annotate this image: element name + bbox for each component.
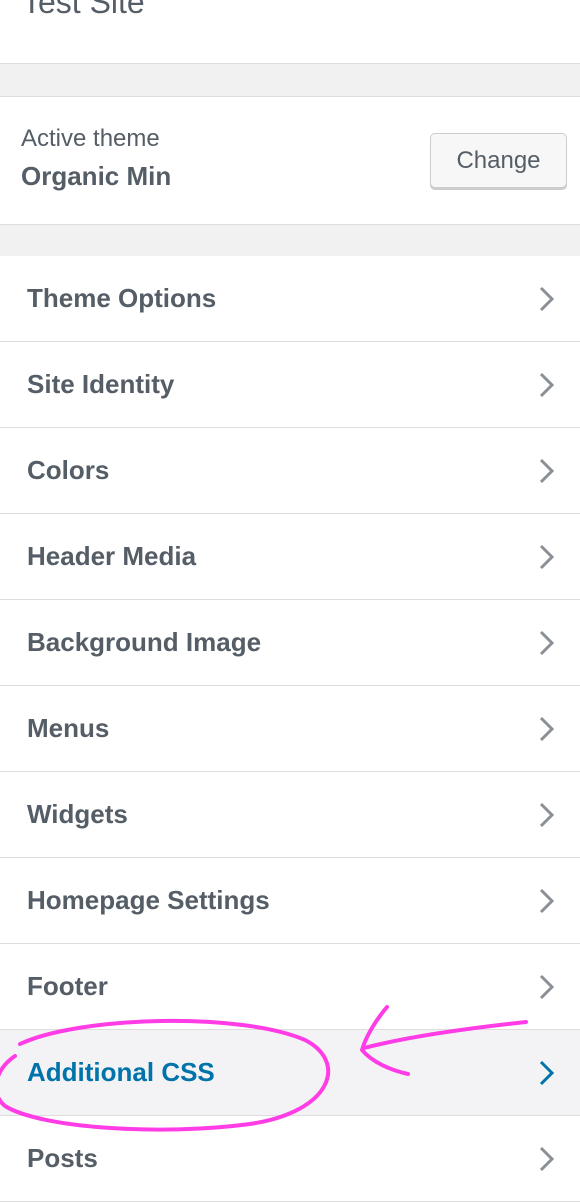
menu-item-label: Theme Options [27,283,217,313]
menu-item-additional-css[interactable]: Additional CSS [0,1030,580,1116]
menu-item-colors[interactable]: Colors [0,428,580,514]
menu-item-label: Posts [27,1143,98,1173]
change-theme-button[interactable]: Change [430,133,567,188]
chevron-right-icon [537,542,557,572]
menu-item-posts[interactable]: Posts [0,1116,580,1202]
menu-item-widgets[interactable]: Widgets [0,772,580,858]
menu-item-theme-options[interactable]: Theme Options [0,256,580,342]
menu-item-label: Footer [27,971,108,1001]
menu-item-header-media[interactable]: Header Media [0,514,580,600]
chevron-right-icon [537,1144,557,1174]
chevron-right-icon [537,800,557,830]
menu-item-label: Additional CSS [27,1057,215,1087]
menu-item-background-image[interactable]: Background Image [0,600,580,686]
menu-item-label: Site Identity [27,369,175,399]
theme-name: Organic Min [21,161,172,191]
menu-item-menus[interactable]: Menus [0,686,580,772]
active-theme-label: Active theme [21,125,160,152]
menu-item-label: Menus [27,713,110,743]
menu-item-label: Colors [27,455,110,485]
menu-item-footer[interactable]: Footer [0,944,580,1030]
chevron-right-icon [537,1058,557,1088]
chevron-right-icon [537,714,557,744]
menu-item-label: Header Media [27,541,197,571]
menu-item-site-identity[interactable]: Site Identity [0,342,580,428]
site-title-bar: Test Site [0,0,580,64]
chevron-right-icon [537,284,557,314]
chevron-right-icon [537,628,557,658]
menu-item-label: Background Image [27,627,262,657]
chevron-right-icon [537,456,557,486]
chevron-right-icon [537,886,557,916]
chevron-right-icon [537,972,557,1002]
site-title: Test Site [22,0,145,20]
menu-item-label: Widgets [27,799,128,829]
menu-item-label: Homepage Settings [27,885,270,915]
chevron-right-icon [537,370,557,400]
customizer-menu: Theme Options Site Identity Colors Heade… [0,256,580,1202]
active-theme-panel: Active theme Organic Min Change [0,96,580,225]
menu-item-homepage-settings[interactable]: Homepage Settings [0,858,580,944]
